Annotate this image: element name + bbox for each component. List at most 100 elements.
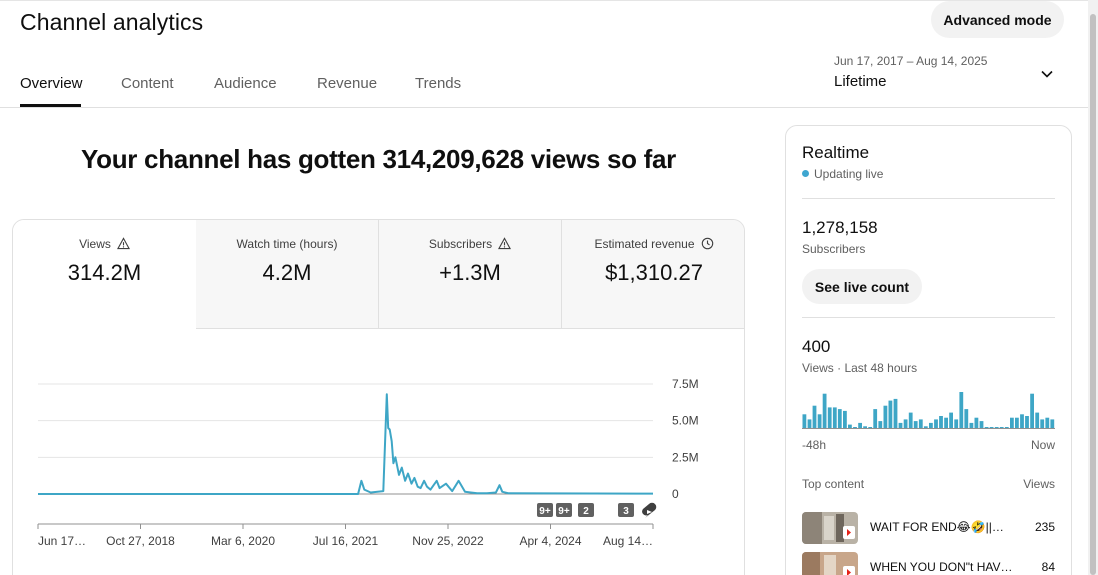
spark-bar xyxy=(984,427,989,428)
spark-bar xyxy=(873,409,878,428)
content-marker-label: 2 xyxy=(583,506,589,517)
spark-bar xyxy=(1045,417,1050,428)
x-tick-label: Oct 27, 2018 xyxy=(106,534,175,548)
spark-bar xyxy=(1020,414,1024,428)
views-series-line[interactable] xyxy=(38,393,654,495)
spark-bar xyxy=(913,421,918,428)
top-content-title[interactable]: WAIT FOR END😂🤣||… xyxy=(870,520,1015,534)
spark-bar xyxy=(883,405,888,428)
spark-bar xyxy=(999,427,1004,428)
spark-bar xyxy=(923,426,928,428)
shorts-marker-icon[interactable] xyxy=(642,502,657,518)
video-thumbnail[interactable] xyxy=(802,552,858,575)
tab-trends[interactable]: Trends xyxy=(415,75,461,92)
top-bar: Channel analytics Advanced mode xyxy=(0,0,1088,38)
x-tick-label: Jun 17… xyxy=(38,534,86,548)
views-line-chart[interactable]: 7.5M 5.0M 2.5M 0 Jun 17… Oct 27, 2018 Mar 6, 2… xyxy=(13,220,745,575)
top-content-item[interactable]: WAIT FOR END😂🤣||… 235 xyxy=(802,512,1055,544)
top-content-heading: Top content xyxy=(802,477,865,491)
live-status-text: Updating live xyxy=(814,167,884,181)
spark-bar xyxy=(1050,419,1055,428)
spark-bar xyxy=(832,407,837,428)
chevron-down-icon[interactable] xyxy=(1039,66,1055,82)
spark-bar xyxy=(929,422,933,428)
tab-content[interactable]: Content xyxy=(121,75,174,92)
tab-overview[interactable]: Overview xyxy=(20,75,83,92)
page-title: Channel analytics xyxy=(20,9,204,35)
spark-bar xyxy=(908,412,913,428)
spark-bar xyxy=(888,400,893,428)
subscriber-count: 1,278,158 xyxy=(802,218,878,237)
spark-bar xyxy=(969,422,974,428)
spark-bar xyxy=(1030,393,1034,428)
content-marker[interactable]: 9+ xyxy=(537,503,553,517)
scrollbar-thumb[interactable] xyxy=(1090,14,1096,575)
spark-bar xyxy=(964,409,969,428)
spark-bar xyxy=(954,419,959,428)
spark-bar xyxy=(878,421,883,428)
live-status: Updating live xyxy=(802,167,883,181)
top-content-views: 84 xyxy=(1041,560,1055,574)
spark-bar xyxy=(802,414,807,428)
spark-end-label: Now xyxy=(1030,438,1055,452)
x-tick-label: Nov 25, 2022 xyxy=(412,534,484,548)
spark-bar xyxy=(853,427,857,428)
spark-bar xyxy=(918,419,923,428)
video-thumbnail[interactable] xyxy=(802,512,858,544)
top-content-title[interactable]: WHEN YOU DON"t HAV… xyxy=(870,560,1015,574)
spark-bar xyxy=(827,407,832,428)
spark-bar xyxy=(1010,417,1014,428)
spark-bar xyxy=(989,427,994,428)
y-tick-label: 7.5M xyxy=(672,377,699,391)
spark-bar xyxy=(1015,417,1019,428)
spark-bar xyxy=(903,419,908,428)
spark-start-label: -48h xyxy=(802,438,827,452)
spark-bar xyxy=(974,417,979,428)
content-marker-label: 9+ xyxy=(539,506,551,517)
date-period-label[interactable]: Lifetime xyxy=(834,73,887,90)
spark-bar xyxy=(944,417,948,428)
content-marker[interactable]: 9+ xyxy=(556,503,572,517)
realtime-views-count: 400 xyxy=(802,337,831,356)
spark-bar xyxy=(893,398,898,428)
spark-bar xyxy=(949,412,953,428)
tab-revenue[interactable]: Revenue xyxy=(317,75,377,92)
subscriber-label: Subscribers xyxy=(802,242,866,256)
realtime-views-sparkline[interactable] xyxy=(802,388,1055,430)
spark-bar xyxy=(858,422,862,428)
spark-bar xyxy=(939,416,943,428)
y-tick-label: 0 xyxy=(672,487,679,501)
date-range-text[interactable]: Jun 17, 2017 – Aug 14, 2025 xyxy=(834,54,987,68)
spark-bar xyxy=(898,422,903,428)
see-live-count-button[interactable]: See live count xyxy=(802,269,922,304)
advanced-mode-button[interactable]: Advanced mode xyxy=(931,1,1064,38)
overview-chart-card: Views 314.2M Watch time (hours) 4.2M Sub… xyxy=(12,219,745,575)
spark-bar xyxy=(817,414,822,428)
top-content-views: 235 xyxy=(1034,520,1055,534)
x-tick-label: Apr 4, 2024 xyxy=(519,534,581,548)
content-marker-label: 9+ xyxy=(558,506,570,517)
top-content-item[interactable]: WHEN YOU DON"t HAV… 84 xyxy=(802,552,1055,575)
spark-bar xyxy=(994,427,999,428)
live-dot-icon xyxy=(802,170,809,177)
realtime-views-label: Views · Last 48 hours xyxy=(802,361,918,375)
spark-bar xyxy=(934,419,938,428)
spark-bar xyxy=(979,421,984,428)
spark-bar xyxy=(1025,416,1029,428)
views-headline: Your channel has gotten 314,209,628 view… xyxy=(81,144,676,174)
content-marker[interactable]: 2 xyxy=(578,503,594,517)
spark-bar xyxy=(837,409,842,428)
spark-bar xyxy=(1040,419,1045,428)
y-tick-label: 2.5M xyxy=(672,450,699,464)
spark-bar xyxy=(843,410,847,428)
tab-bar: Overview Content Audience Revenue Trends… xyxy=(0,36,1088,108)
content-marker[interactable]: 3 xyxy=(618,503,634,517)
divider xyxy=(802,317,1055,318)
x-tick-label: Mar 6, 2020 xyxy=(211,534,275,548)
top-content-views-heading: Views xyxy=(1023,477,1055,491)
page-scrollbar[interactable] xyxy=(1088,0,1098,575)
x-tick-label: Jul 16, 2021 xyxy=(313,534,379,548)
spark-bar xyxy=(848,424,852,428)
divider xyxy=(802,198,1055,199)
tab-audience[interactable]: Audience xyxy=(214,75,277,92)
